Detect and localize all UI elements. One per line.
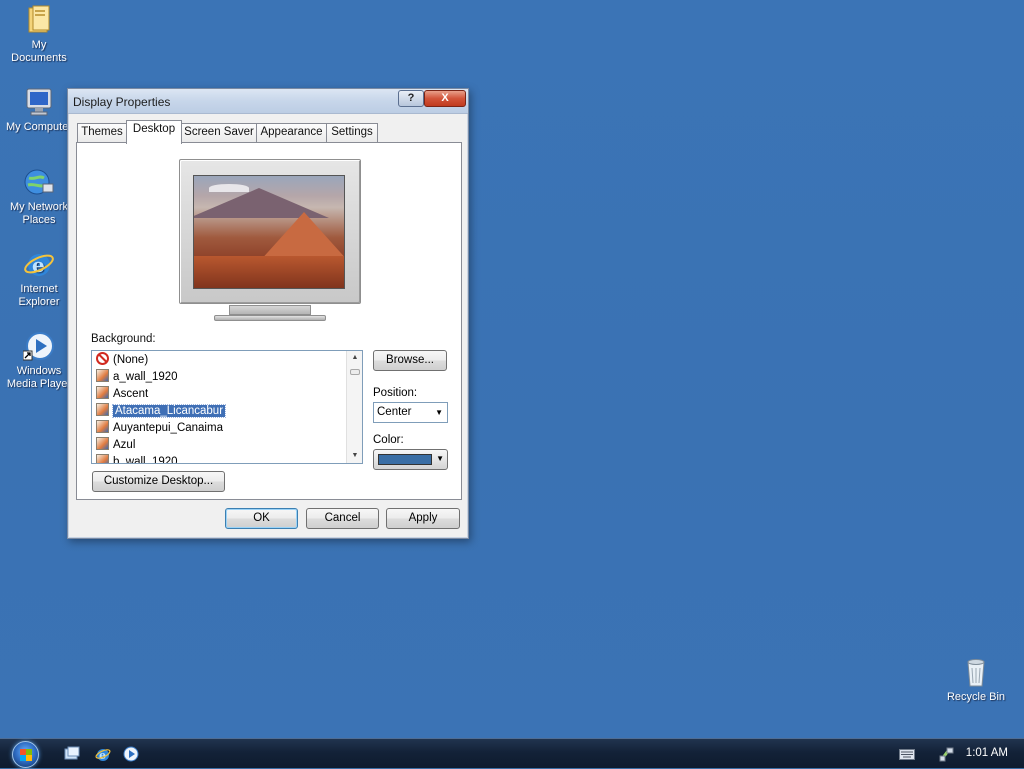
background-label: Background:: [91, 333, 156, 345]
folder-icon: [23, 4, 55, 36]
close-icon: X: [441, 92, 449, 104]
background-listbox[interactable]: (None) a_wall_1920 Ascent Atacama_Licanc…: [91, 350, 363, 464]
list-item-label: b_wall_1920: [113, 456, 178, 464]
list-item[interactable]: Auyantepui_Canaima: [96, 420, 223, 437]
internet-explorer-icon[interactable]: e: [95, 746, 111, 762]
show-desktop-icon[interactable]: [64, 746, 80, 762]
color-picker-button[interactable]: ▼: [373, 449, 448, 470]
image-file-icon: [96, 403, 109, 416]
desktop-icon-recycle-bin[interactable]: Recycle Bin: [937, 656, 1015, 704]
list-item-label: Ascent: [113, 388, 149, 400]
customize-desktop-button[interactable]: Customize Desktop...: [92, 471, 225, 492]
position-value: Center: [377, 406, 412, 418]
chevron-down-icon: ▼: [435, 408, 443, 417]
desktop: My Documents My Computer My Network Plac…: [0, 0, 1024, 738]
image-file-icon: [96, 454, 109, 463]
dialog-titlebar[interactable]: Display Properties ? X: [68, 89, 468, 114]
ok-button[interactable]: OK: [225, 508, 298, 529]
tab-screen-saver[interactable]: Screen Saver: [181, 123, 257, 142]
wallpaper-snow: [209, 184, 249, 192]
scroll-down-icon[interactable]: ▼: [347, 449, 362, 463]
desktop-tab-panel: Background: (None) a_wall_1920 Ascent At…: [76, 142, 462, 500]
network-icon[interactable]: [939, 746, 955, 762]
position-label: Position:: [373, 387, 418, 399]
image-file-icon: [96, 437, 109, 450]
desktop-icon-label: Recycle Bin: [946, 691, 1006, 703]
listbox-scrollbar[interactable]: ▲ ▼: [346, 351, 362, 463]
system-tray: 1:01 AM: [889, 739, 1024, 769]
help-button[interactable]: ?: [398, 90, 424, 107]
list-item[interactable]: Azul: [96, 437, 135, 454]
image-file-icon: [96, 386, 109, 399]
tab-settings[interactable]: Settings: [326, 123, 378, 142]
tab-desktop[interactable]: Desktop: [126, 120, 182, 144]
apply-button[interactable]: Apply: [386, 508, 460, 529]
network-globe-icon: [23, 166, 55, 198]
keyboard-icon[interactable]: [899, 749, 915, 760]
desktop-icon-label: My Documents: [11, 39, 67, 64]
scrollbar-thumb[interactable]: [350, 369, 360, 375]
color-label: Color:: [373, 434, 404, 446]
list-item[interactable]: (None): [96, 352, 148, 369]
color-swatch: [378, 454, 432, 465]
list-item[interactable]: a_wall_1920: [96, 369, 178, 386]
tab-themes[interactable]: Themes: [77, 123, 127, 142]
monitor-neck: [229, 305, 311, 315]
wallpaper-volcano: [259, 212, 344, 262]
list-item-label: a_wall_1920: [113, 371, 178, 383]
list-item-label: (None): [113, 354, 149, 366]
list-item-selected[interactable]: Atacama_Licancabur: [96, 403, 227, 420]
close-button[interactable]: X: [424, 90, 466, 107]
image-file-icon: [96, 369, 109, 382]
none-icon: [96, 352, 109, 365]
position-select[interactable]: Center ▼: [373, 402, 448, 423]
monitor-stand: [214, 315, 326, 321]
list-item[interactable]: Ascent: [96, 386, 148, 403]
media-player-icon: [22, 330, 55, 362]
internet-explorer-icon: e: [23, 248, 55, 280]
chevron-down-icon: ▼: [436, 454, 444, 463]
windows-logo-icon: [20, 749, 32, 761]
taskbar: e 1:01 AM: [0, 738, 1024, 768]
wallpaper-foreground: [194, 256, 344, 288]
list-item-label: Auyantepui_Canaima: [113, 422, 223, 434]
media-player-icon[interactable]: [123, 746, 139, 762]
tab-appearance[interactable]: Appearance: [256, 123, 327, 142]
list-item-label: Atacama_Licancabur: [111, 404, 227, 418]
list-item[interactable]: b_wall_1920: [96, 454, 178, 464]
start-button[interactable]: [12, 741, 39, 768]
list-item-label: Azul: [113, 439, 136, 451]
desktop-icon-my-documents[interactable]: My Documents: [0, 4, 78, 65]
image-file-icon: [96, 420, 109, 433]
cancel-button[interactable]: Cancel: [306, 508, 379, 529]
monitor-preview: [175, 153, 365, 328]
display-properties-dialog: Display Properties ? X Themes Desktop Sc…: [67, 88, 469, 539]
recycle-bin-icon: [960, 656, 992, 688]
scroll-up-icon[interactable]: ▲: [347, 351, 362, 365]
computer-icon: [23, 86, 55, 118]
dialog-title: Display Properties: [73, 95, 171, 109]
clock[interactable]: 1:01 AM: [966, 747, 1008, 759]
monitor-icon: [179, 159, 361, 304]
browse-button[interactable]: Browse...: [373, 350, 447, 371]
wallpaper-preview: [193, 175, 345, 289]
